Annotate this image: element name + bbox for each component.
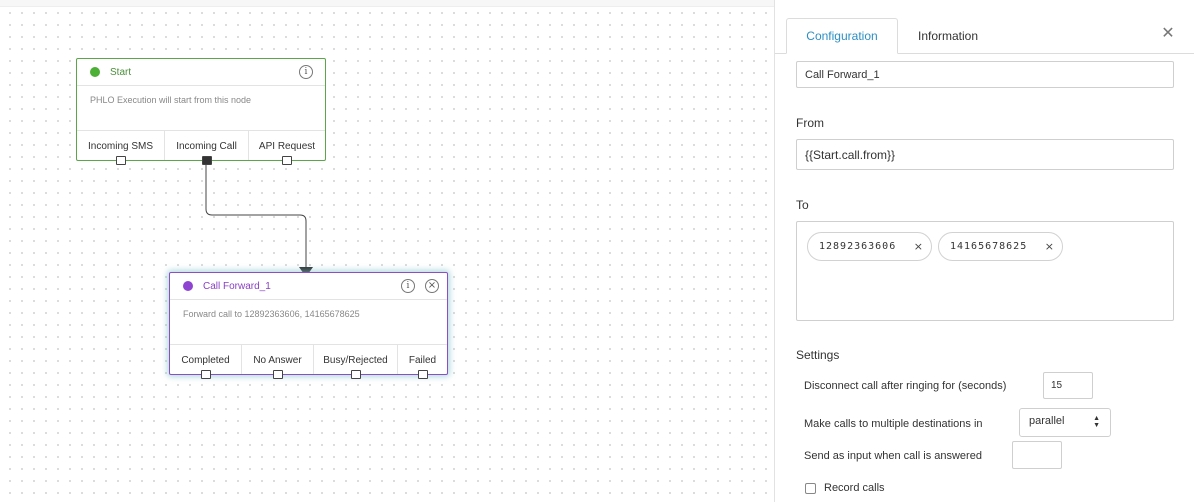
- output-incoming-sms[interactable]: Incoming SMS: [77, 131, 165, 165]
- start-node-outputs: Incoming SMS Incoming Call API Request: [77, 130, 325, 165]
- remove-chip-icon[interactable]: ×: [914, 240, 923, 253]
- to-number-chip: 12892363606 ×: [807, 232, 932, 261]
- start-status-dot: [90, 67, 100, 77]
- start-node-title: Start: [110, 66, 132, 78]
- disconnect-label: Disconnect call after ringing for (secon…: [804, 380, 1007, 392]
- select-arrows-icon: ▲ ▼: [1093, 415, 1100, 429]
- info-icon[interactable]: i: [401, 279, 415, 293]
- tab-information[interactable]: Information: [903, 18, 993, 54]
- output-no-answer[interactable]: No Answer: [242, 345, 314, 379]
- record-calls-checkbox[interactable]: [805, 483, 816, 494]
- output-port[interactable]: [282, 156, 292, 165]
- output-completed[interactable]: Completed: [170, 345, 242, 379]
- from-label: From: [796, 116, 824, 130]
- start-node-description: PHLO Execution will start from this node: [90, 95, 252, 105]
- node-name-input[interactable]: Call Forward_1: [796, 61, 1174, 88]
- output-port[interactable]: [115, 156, 126, 165]
- to-number-chip: 14165678625 ×: [938, 232, 1063, 261]
- output-api-request[interactable]: API Request: [249, 131, 325, 165]
- call-forward-node-title: Call Forward_1: [203, 280, 271, 292]
- delete-node-icon[interactable]: ×: [425, 279, 439, 293]
- disconnect-seconds-input[interactable]: 15: [1043, 372, 1093, 399]
- start-node-header: Start i: [77, 59, 325, 86]
- call-forward-node-outputs: Completed No Answer Busy/Rejected Failed: [170, 344, 447, 379]
- to-input[interactable]: 12892363606 × 14165678625 ×: [796, 221, 1174, 321]
- multi-destination-select[interactable]: parallel ▲ ▼: [1019, 408, 1111, 437]
- tab-configuration[interactable]: Configuration: [786, 18, 898, 54]
- send-input-field[interactable]: [1012, 441, 1062, 469]
- to-label: To: [796, 198, 809, 212]
- call-forward-status-dot: [183, 281, 193, 291]
- output-port[interactable]: [417, 370, 428, 379]
- send-input-label: Send as input when call is answered: [804, 450, 982, 462]
- canvas-top-bar: [0, 0, 774, 7]
- multi-destination-label: Make calls to multiple destinations in: [804, 418, 983, 430]
- config-panel: Configuration Information ✕ Call Forward…: [774, 0, 1194, 502]
- record-calls-label: Record calls: [824, 482, 885, 494]
- call-forward-node-description: Forward call to 12892363606, 14165678625: [183, 309, 360, 319]
- settings-heading: Settings: [796, 348, 840, 362]
- panel-tab-bar: Configuration Information ✕: [775, 0, 1194, 54]
- output-incoming-call[interactable]: Incoming Call: [165, 131, 249, 165]
- output-port[interactable]: [200, 370, 211, 379]
- output-failed[interactable]: Failed: [398, 345, 447, 379]
- remove-chip-icon[interactable]: ×: [1045, 240, 1054, 253]
- call-forward-node[interactable]: Call Forward_1 i × Forward call to 12892…: [169, 272, 448, 379]
- output-port[interactable]: [350, 370, 361, 379]
- call-forward-node-header: Call Forward_1 i ×: [170, 273, 447, 300]
- output-port-connected[interactable]: [201, 156, 212, 165]
- info-icon[interactable]: i: [299, 65, 313, 79]
- output-busy-rejected[interactable]: Busy/Rejected: [314, 345, 398, 379]
- output-port[interactable]: [272, 370, 283, 379]
- start-node[interactable]: Start i PHLO Execution will start from t…: [76, 58, 326, 165]
- from-input[interactable]: {{Start.call.from}}: [796, 139, 1174, 170]
- close-icon[interactable]: ✕: [1160, 26, 1176, 42]
